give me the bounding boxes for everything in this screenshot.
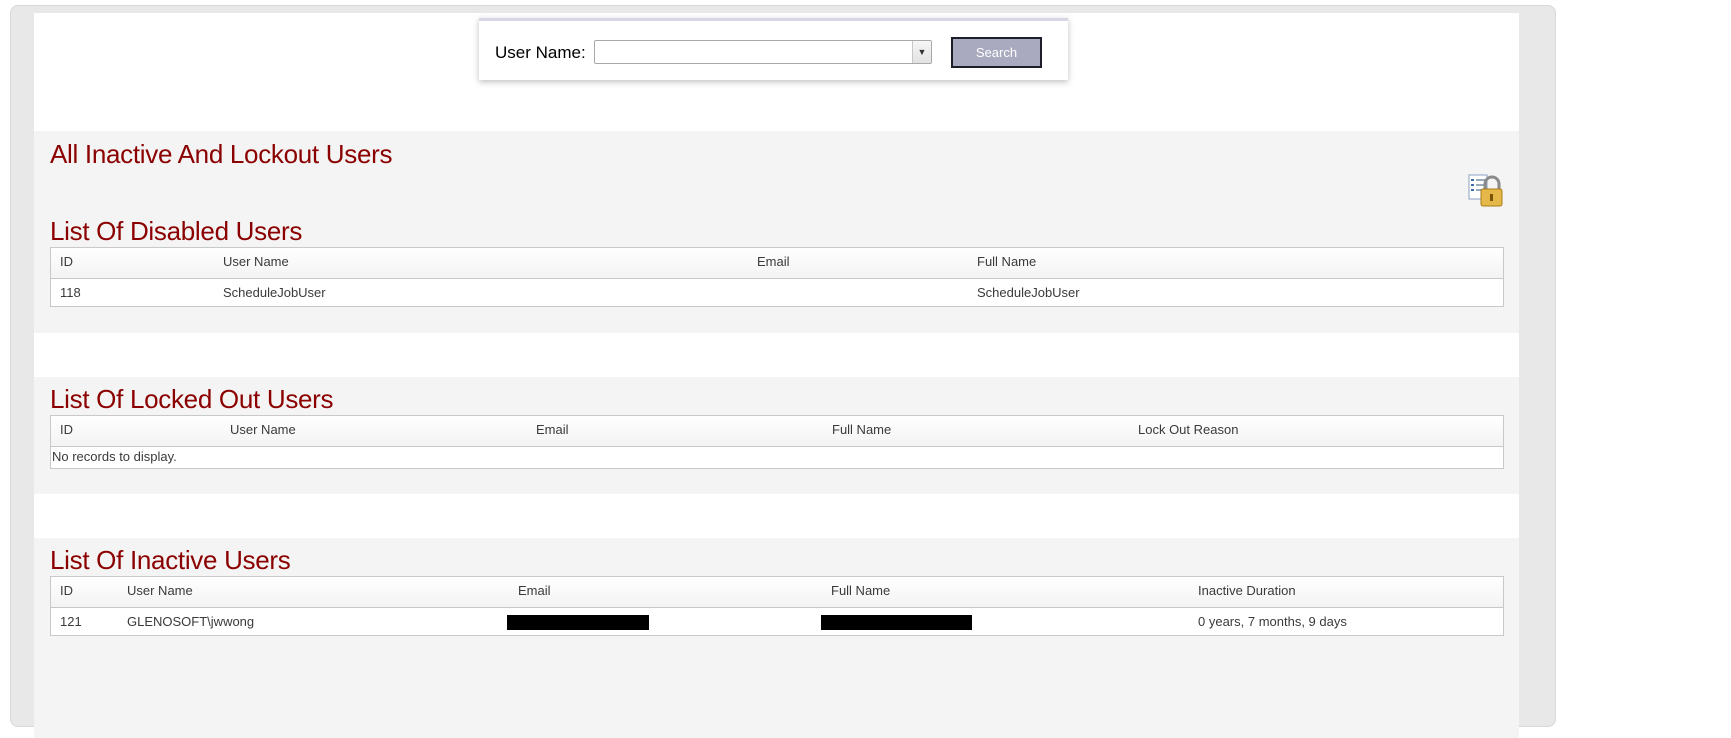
column-header-inactive-duration[interactable]: Inactive Duration xyxy=(1198,577,1296,605)
column-header-email[interactable]: Email xyxy=(518,577,551,605)
column-header-lock-out-reason[interactable]: Lock Out Reason xyxy=(1138,416,1238,444)
table-row[interactable]: 121 GLENOSOFT\jwwong 0 years, 7 months, … xyxy=(51,608,1503,635)
table-row[interactable]: 118 ScheduleJobUser ScheduleJobUser xyxy=(51,279,1503,306)
table-header: ID User Name Email Full Name Lock Out Re… xyxy=(51,416,1503,447)
column-header-full-name[interactable]: Full Name xyxy=(977,248,1036,276)
locked-out-users-section: List Of Locked Out Users ID User Name Em… xyxy=(34,377,1519,494)
search-panel: User Name: ▼ Search xyxy=(479,18,1068,80)
table-header: ID User Name Email Full Name Inactive Du… xyxy=(51,577,1503,608)
column-header-user-name[interactable]: User Name xyxy=(127,577,193,605)
redacted-full-name xyxy=(821,615,972,630)
column-header-user-name[interactable]: User Name xyxy=(223,248,289,276)
column-header-full-name[interactable]: Full Name xyxy=(831,577,890,605)
inactive-users-table: ID User Name Email Full Name Inactive Du… xyxy=(50,576,1504,636)
cell-full-name: ScheduleJobUser xyxy=(977,285,1080,300)
locked-out-users-title: List Of Locked Out Users xyxy=(50,384,334,414)
column-header-id[interactable]: ID xyxy=(60,248,73,276)
user-name-combobox[interactable]: ▼ xyxy=(594,40,932,64)
user-name-input[interactable] xyxy=(595,41,919,63)
user-list-lock-icon[interactable] xyxy=(1467,170,1503,208)
column-header-email[interactable]: Email xyxy=(757,248,790,276)
cell-user-name: ScheduleJobUser xyxy=(223,285,326,300)
empty-row: No records to display. xyxy=(51,447,1503,468)
column-header-email[interactable]: Email xyxy=(536,416,569,444)
chevron-down-icon[interactable]: ▼ xyxy=(912,41,931,63)
page-title: All Inactive And Lockout Users xyxy=(50,139,393,169)
locked-out-users-table: ID User Name Email Full Name Lock Out Re… xyxy=(50,415,1504,469)
cell-id: 121 xyxy=(60,614,82,629)
user-name-label: User Name: xyxy=(495,43,586,62)
cell-inactive-duration: 0 years, 7 months, 9 days xyxy=(1198,614,1347,629)
disabled-users-title: List Of Disabled Users xyxy=(50,216,303,246)
table-header: ID User Name Email Full Name xyxy=(51,248,1503,279)
redacted-email xyxy=(507,615,649,630)
disabled-users-section: All Inactive And Lockout Users List Of D… xyxy=(34,131,1519,333)
search-button[interactable]: Search xyxy=(951,37,1042,68)
inactive-users-title: List Of Inactive Users xyxy=(50,545,291,575)
column-header-user-name[interactable]: User Name xyxy=(230,416,296,444)
disabled-users-table: ID User Name Email Full Name 118 Schedul… xyxy=(50,247,1504,307)
cell-user-name: GLENOSOFT\jwwong xyxy=(127,614,255,629)
column-header-id[interactable]: ID xyxy=(60,416,73,444)
no-records-message: No records to display. xyxy=(52,449,177,464)
column-header-full-name[interactable]: Full Name xyxy=(832,416,891,444)
column-header-id[interactable]: ID xyxy=(60,577,73,605)
inactive-users-section: List Of Inactive Users ID User Name Emai… xyxy=(34,538,1519,738)
cell-id: 118 xyxy=(60,285,81,300)
